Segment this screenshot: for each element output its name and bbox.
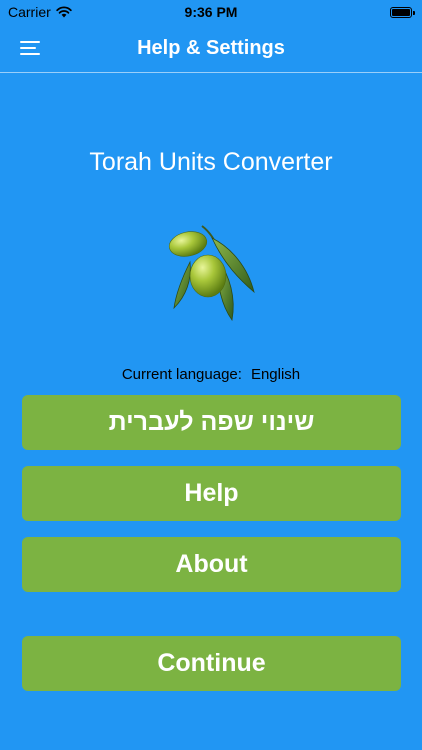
nav-title: Help & Settings — [137, 36, 285, 59]
hamburger-menu-icon[interactable] — [20, 41, 40, 55]
status-time: 9:36 PM — [184, 4, 238, 20]
navigation-bar: Help & Settings — [0, 24, 422, 73]
about-button[interactable]: About — [22, 537, 401, 592]
olive-branch-icon — [168, 225, 255, 322]
app-title: Torah Units Converter — [89, 148, 333, 176]
current-language-value: English — [250, 366, 301, 383]
current-language-line: Current language: English — [0, 366, 422, 383]
continue-button[interactable]: Continue — [22, 636, 401, 691]
help-button[interactable]: Help — [22, 466, 401, 521]
current-language-label: Current language: — [121, 366, 242, 383]
change-language-button[interactable]: שינוי שפה לעברית — [22, 395, 401, 450]
status-bar: Carrier 9:36 PM — [0, 0, 422, 24]
battery-icon — [390, 6, 415, 18]
